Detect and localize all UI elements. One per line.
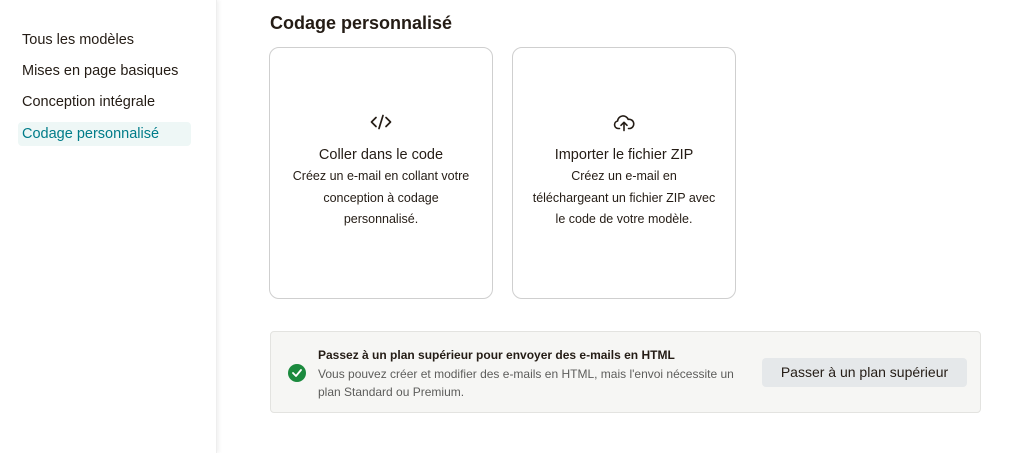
upgrade-banner: Passez à un plan supérieur pour envoyer … [270, 331, 981, 413]
sidebar-item-custom-code[interactable]: Codage personnalisé [18, 122, 191, 146]
card-title: Importer le fichier ZIP [554, 147, 694, 163]
card-title: Coller dans le code [318, 147, 444, 163]
sidebar-item-all-templates[interactable]: Tous les modèles [18, 28, 138, 52]
paste-code-card[interactable]: Coller dans le code Créez un e-mail en c… [269, 47, 493, 299]
card-description: Créez un e-mail en collant votre concept… [292, 169, 470, 226]
card-description: Créez un e-mail en téléchargeant un fich… [532, 169, 716, 226]
check-circle-icon [288, 364, 306, 382]
import-zip-card[interactable]: Importer le fichier ZIP Créez un e-mail … [512, 47, 736, 299]
sidebar: Tous les modèles Mises en page basiques … [0, 0, 217, 453]
code-icon [270, 114, 492, 134]
page-title: Codage personnalisé [270, 13, 453, 33]
upgrade-plan-button[interactable]: Passer à un plan supérieur [762, 358, 967, 387]
banner-title: Passez à un plan supérieur pour envoyer … [318, 348, 675, 362]
sidebar-item-basic-layouts[interactable]: Mises en page basiques [18, 59, 182, 83]
banner-description: Vous pouvez créer et modifier des e-mail… [318, 367, 734, 399]
sidebar-item-full-design[interactable]: Conception intégrale [18, 90, 159, 114]
cloud-upload-icon [513, 114, 735, 134]
